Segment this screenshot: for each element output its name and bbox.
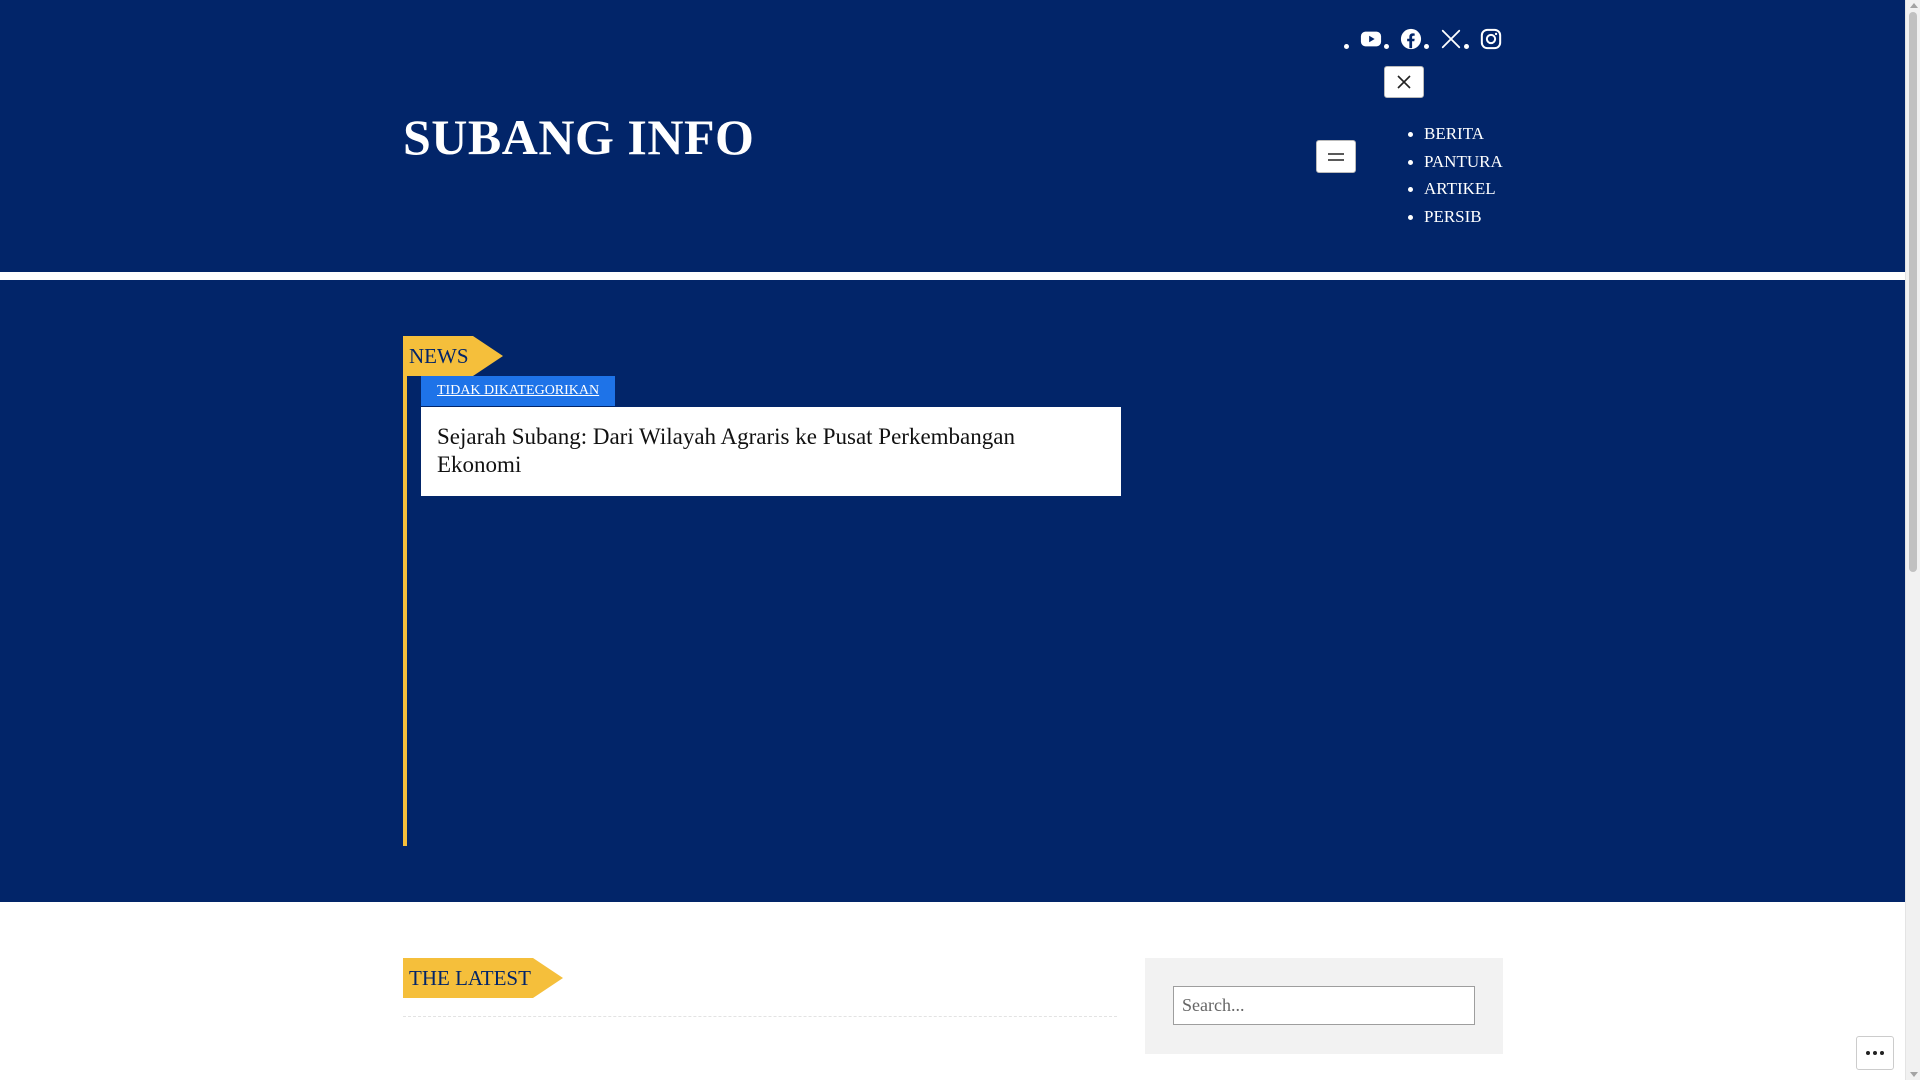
scroll-up-icon[interactable] bbox=[1910, 3, 1918, 8]
x-icon[interactable] bbox=[1440, 28, 1462, 50]
primary-nav: BERITA PANTURA ARTIKEL PERSIB bbox=[1408, 120, 1503, 231]
accent-line bbox=[403, 376, 407, 846]
scroll-down-icon[interactable] bbox=[1910, 1072, 1918, 1077]
latest-divider bbox=[403, 1016, 1117, 1017]
post-title[interactable]: Sejarah Subang: Dari Wilayah Agraris ke … bbox=[437, 423, 1105, 479]
more-options-button[interactable] bbox=[1856, 1036, 1894, 1070]
sidebar-search-widget bbox=[1145, 958, 1503, 1054]
close-menu-button[interactable] bbox=[1384, 66, 1424, 98]
scrollbar-thumb[interactable] bbox=[1909, 12, 1917, 572]
dot-icon bbox=[1880, 1051, 1884, 1055]
youtube-icon[interactable] bbox=[1360, 28, 1382, 50]
nav-item-artikel[interactable]: ARTIKEL bbox=[1408, 175, 1503, 203]
social-item-youtube[interactable] bbox=[1340, 28, 1382, 60]
nav-item-berita[interactable]: BERITA bbox=[1408, 120, 1503, 148]
header-divider bbox=[0, 272, 1905, 280]
social-links bbox=[1340, 28, 1502, 60]
instagram-icon[interactable] bbox=[1480, 28, 1502, 50]
page: SUBANG INFO BERITA PANTURA ARTIKEL PERSI… bbox=[0, 0, 1905, 1080]
site-title[interactable]: SUBANG INFO bbox=[403, 108, 754, 166]
hamburger-icon bbox=[1328, 152, 1344, 161]
social-item-instagram[interactable] bbox=[1460, 28, 1502, 60]
featured-post-card[interactable]: Sejarah Subang: Dari Wilayah Agraris ke … bbox=[421, 407, 1121, 496]
vertical-scrollbar[interactable] bbox=[1905, 0, 1920, 1080]
news-section-label: NEWS bbox=[403, 336, 503, 376]
social-item-facebook[interactable] bbox=[1380, 28, 1422, 60]
nav-item-pantura[interactable]: PANTURA bbox=[1408, 148, 1503, 176]
facebook-icon[interactable] bbox=[1400, 28, 1422, 50]
close-icon bbox=[1397, 75, 1411, 89]
social-item-x[interactable] bbox=[1420, 28, 1462, 60]
dot-icon bbox=[1873, 1051, 1877, 1055]
open-menu-button[interactable] bbox=[1316, 140, 1356, 173]
search-input[interactable] bbox=[1173, 986, 1475, 1025]
nav-item-persib[interactable]: PERSIB bbox=[1408, 203, 1503, 231]
category-badge[interactable]: TIDAK DIKATEGORIKAN bbox=[421, 376, 616, 406]
hero-section bbox=[0, 280, 1905, 902]
site-header: SUBANG INFO BERITA PANTURA ARTIKEL PERSI… bbox=[0, 0, 1905, 272]
latest-section-label: THE LATEST bbox=[403, 958, 563, 998]
dot-icon bbox=[1866, 1051, 1870, 1055]
